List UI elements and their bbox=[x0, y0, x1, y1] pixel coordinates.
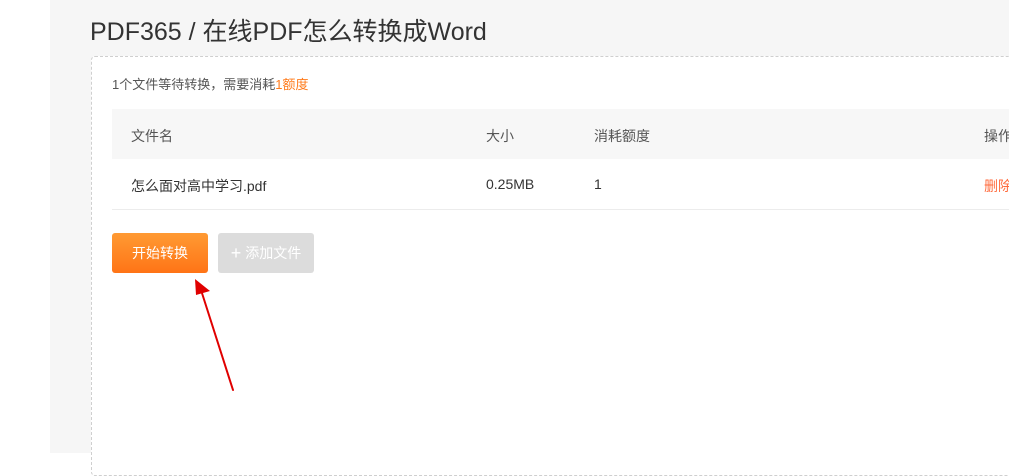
file-size-cell: 0.25MB bbox=[486, 176, 535, 192]
page-title: PDF365 / 在线PDF怎么转换成Word bbox=[90, 18, 487, 46]
column-header-credits: 消耗额度 bbox=[594, 128, 650, 144]
add-file-button[interactable]: + 添加文件 bbox=[218, 233, 314, 273]
summary-credits: 1额度 bbox=[275, 77, 309, 92]
file-name-cell: 怎么面对高中学习.pdf bbox=[131, 178, 267, 194]
column-header-filename: 文件名 bbox=[131, 128, 173, 144]
add-file-label: 添加文件 bbox=[245, 245, 302, 261]
plus-icon: + bbox=[230, 243, 242, 263]
table-header bbox=[112, 109, 1009, 159]
file-credits-cell: 1 bbox=[594, 176, 602, 192]
conversion-summary: 1个文件等待转换，需要消耗1额度 bbox=[112, 74, 308, 93]
summary-text: 1个文件等待转换，需要消耗 bbox=[112, 77, 276, 92]
start-convert-button[interactable]: 开始转换 bbox=[112, 233, 208, 273]
delete-link[interactable]: 删除 bbox=[984, 176, 1009, 196]
column-header-size: 大小 bbox=[486, 128, 514, 144]
row-divider bbox=[112, 209, 1009, 210]
red-arrow-icon bbox=[195, 279, 234, 391]
column-header-action: 操作 bbox=[984, 128, 1009, 144]
